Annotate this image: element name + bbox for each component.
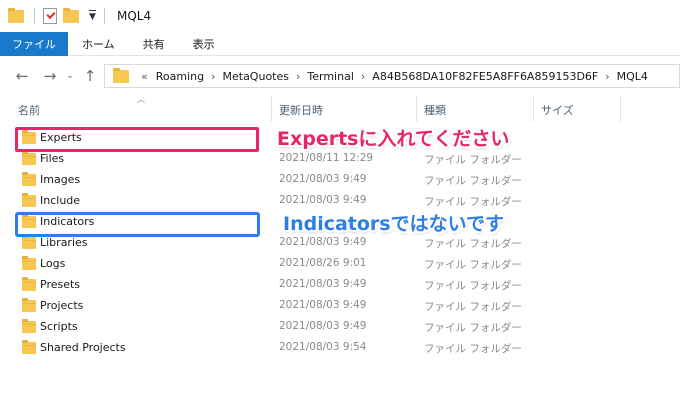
list-item[interactable]: Files 2021/08/11 12:29 ファイル フォルダー (0, 149, 522, 170)
title-divider (104, 8, 105, 24)
window-title: MQL4 (117, 9, 152, 23)
tab-home[interactable]: ホーム (68, 32, 129, 56)
folder-icon (22, 277, 36, 291)
file-date: 2021/08/03 9:49 (279, 299, 367, 311)
file-name: Include (40, 194, 81, 207)
file-type: ファイル フォルダー (424, 259, 522, 271)
column-name[interactable]: 名前 (18, 100, 40, 120)
list-item[interactable]: Scripts 2021/08/03 9:49 ファイル フォルダー (0, 317, 522, 338)
file-date: 2021/08/26 9:01 (279, 257, 367, 269)
list-item[interactable]: Logs 2021/08/26 9:01 ファイル フォルダー (0, 254, 522, 275)
file-date: 2021/08/03 9:49 (279, 320, 367, 332)
breadcrumb-metaquotes[interactable]: MetaQuotes (223, 70, 289, 83)
toolbar-divider (34, 8, 35, 24)
quick-access-dropdown-icon[interactable]: ▼ (89, 10, 96, 22)
list-item[interactable]: Projects 2021/08/03 9:49 ファイル フォルダー (0, 296, 522, 317)
file-type: ファイル フォルダー (424, 154, 522, 166)
tab-view[interactable]: 表示 (179, 32, 229, 56)
file-type: ファイル フォルダー (424, 196, 522, 208)
folder-icon (22, 193, 36, 207)
file-type: ファイル フォルダー (424, 238, 522, 250)
new-folder-icon[interactable] (63, 7, 79, 23)
folder-icon (22, 151, 36, 165)
folder-icon (22, 298, 36, 312)
title-bar: ▼ MQL4 (0, 0, 680, 32)
breadcrumb-separator-icon[interactable]: › (211, 70, 215, 83)
navigation-bar: ← → ⌄ ↑ « Roaming › MetaQuotes › Termina… (0, 56, 680, 96)
file-name: Scripts (40, 320, 78, 333)
file-name: Logs (40, 257, 66, 270)
folder-icon (22, 340, 36, 354)
file-date: 2021/08/03 9:54 (279, 341, 367, 353)
experts-annotation: Expertsに入れてください (277, 128, 510, 150)
file-date: 2021/08/03 9:49 (279, 236, 367, 248)
file-name: Files (40, 152, 65, 165)
folder-icon (22, 319, 36, 333)
tab-file[interactable]: ファイル (0, 32, 68, 56)
breadcrumb-terminal[interactable]: Terminal (307, 70, 354, 83)
file-name: Presets (40, 278, 81, 291)
breadcrumb-separator-icon[interactable]: › (296, 70, 300, 83)
forward-arrow-icon[interactable]: → (38, 64, 62, 88)
file-name: Shared Projects (40, 341, 126, 354)
column-divider[interactable] (620, 96, 621, 122)
file-date: 2021/08/03 9:49 (279, 194, 367, 206)
address-bar[interactable]: « Roaming › MetaQuotes › Terminal › A84B… (104, 64, 680, 88)
back-arrow-icon[interactable]: ← (10, 64, 34, 88)
folder-icon (22, 172, 36, 186)
recent-chevron-down-icon[interactable]: ⌄ (62, 64, 78, 88)
file-type: ファイル フォルダー (424, 175, 522, 187)
column-header: ︿ 名前 更新日時 種類 サイズ (0, 95, 680, 122)
breadcrumb-roaming[interactable]: Roaming (156, 70, 204, 83)
breadcrumb-separator-icon[interactable]: › (361, 70, 365, 83)
overflow-chevron-icon[interactable]: « (141, 70, 148, 83)
file-date: 2021/08/03 9:49 (279, 278, 367, 290)
file-name: Libraries (40, 236, 88, 249)
file-list: Experts Files 2021/08/11 12:29 ファイル フォルダー … (0, 128, 680, 359)
ribbon-tabs: ファイル ホーム 共有 表示 (0, 32, 680, 56)
list-item[interactable]: Presets 2021/08/03 9:49 ファイル フォルダー (0, 275, 522, 296)
column-type[interactable]: 種類 (424, 100, 446, 120)
column-modified[interactable]: 更新日時 (279, 100, 323, 120)
list-item[interactable]: Shared Projects 2021/08/03 9:54 ファイル フォルダー (0, 338, 522, 359)
properties-icon[interactable] (43, 8, 57, 24)
file-name: Projects (40, 299, 84, 312)
breadcrumb-mql4[interactable]: MQL4 (617, 70, 648, 83)
list-item[interactable]: Images 2021/08/03 9:49 ファイル フォルダー (0, 170, 522, 191)
column-divider[interactable] (416, 96, 417, 122)
address-folder-icon (113, 67, 129, 83)
breadcrumb-terminal-id[interactable]: A84B568DA10F82FE5A8FF6A859153D6F (372, 70, 598, 83)
column-divider[interactable] (533, 96, 534, 122)
file-type: ファイル フォルダー (424, 322, 522, 334)
file-type: ファイル フォルダー (424, 343, 522, 355)
folder-icon (22, 256, 36, 270)
up-arrow-icon[interactable]: ↑ (78, 64, 102, 88)
file-name: Images (40, 173, 81, 186)
file-date: 2021/08/11 12:29 (279, 152, 374, 164)
tab-share[interactable]: 共有 (129, 32, 179, 56)
indicators-annotation: Indicatorsではないです (283, 213, 505, 235)
folder-icon[interactable] (8, 7, 24, 23)
indicators-highlight-box (15, 212, 260, 237)
column-size[interactable]: サイズ (541, 100, 574, 120)
file-type: ファイル フォルダー (424, 280, 522, 292)
file-type: ファイル フォルダー (424, 301, 522, 313)
folder-icon (22, 235, 36, 249)
file-date: 2021/08/03 9:49 (279, 173, 367, 185)
column-divider[interactable] (271, 96, 272, 122)
sort-ascending-icon: ︿ (137, 95, 145, 104)
experts-highlight-box (15, 127, 259, 152)
breadcrumb-separator-icon[interactable]: › (605, 70, 609, 83)
